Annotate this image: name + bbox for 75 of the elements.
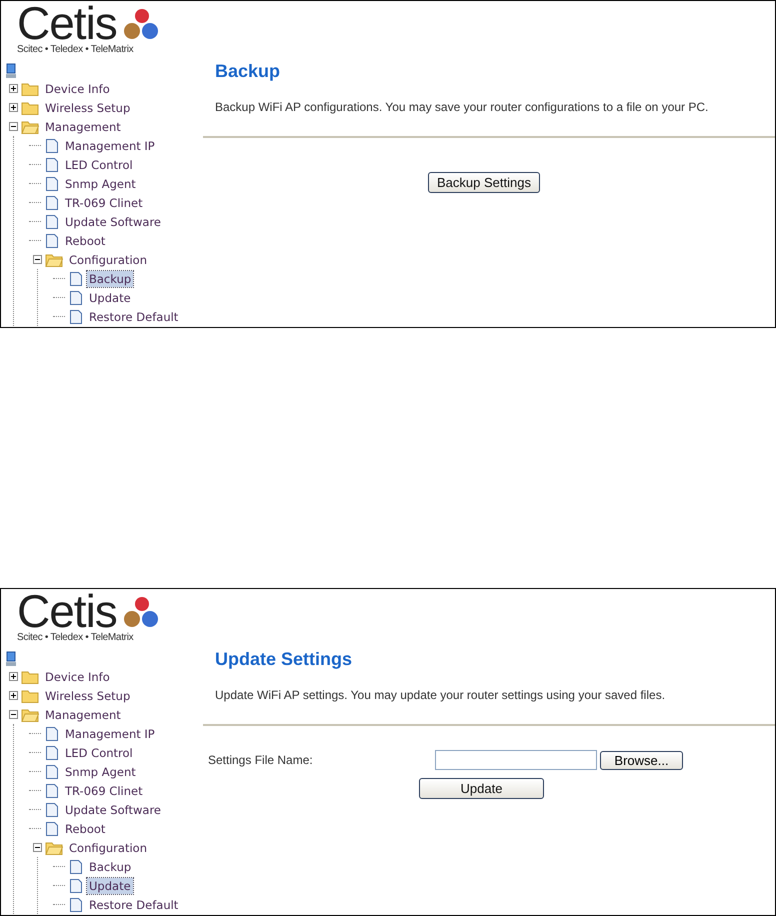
tree-item[interactable]: Wireless Setup bbox=[43, 100, 132, 116]
logo-tagline: Scitec • Teledex • TeleMatrix bbox=[17, 632, 134, 643]
tree-item[interactable]: LED Control bbox=[63, 744, 135, 760]
logo-text: Cetis bbox=[17, 591, 117, 631]
page-icon bbox=[45, 802, 59, 818]
folder-icon bbox=[21, 82, 39, 96]
page-icon bbox=[69, 878, 83, 894]
update-button[interactable]: Update bbox=[419, 778, 544, 799]
page-icon bbox=[45, 726, 59, 742]
page-icon bbox=[45, 214, 59, 230]
tree-item[interactable]: TR-069 Clinet bbox=[63, 782, 145, 798]
collapse-icon[interactable] bbox=[9, 122, 21, 131]
expand-icon[interactable] bbox=[9, 84, 21, 93]
page-icon bbox=[69, 858, 83, 874]
page-icon bbox=[45, 138, 59, 154]
tree-item[interactable]: Restore Default bbox=[87, 308, 180, 324]
tree-item[interactable]: Reboot bbox=[63, 232, 108, 248]
page-icon bbox=[45, 764, 59, 780]
folder-icon bbox=[21, 100, 39, 114]
tree-item[interactable]: LED Control bbox=[63, 156, 135, 172]
folder-icon bbox=[21, 708, 39, 722]
tree-item[interactable]: Backup bbox=[87, 270, 134, 286]
tree-item[interactable]: Configuration bbox=[67, 840, 149, 856]
page-description: Backup WiFi AP configurations. You may save your router configurations to a file on your PC. bbox=[215, 100, 710, 114]
page-title: Backup bbox=[215, 61, 282, 82]
tree-item[interactable]: Management bbox=[43, 706, 123, 722]
page-icon bbox=[45, 156, 59, 172]
folder-icon bbox=[45, 840, 63, 854]
page-icon bbox=[45, 820, 59, 836]
file-input-field[interactable] bbox=[435, 750, 597, 770]
expand-icon[interactable] bbox=[9, 103, 21, 112]
tree-item[interactable]: Update Software bbox=[63, 214, 163, 230]
page-icon bbox=[69, 308, 83, 324]
browse-button[interactable]: Browse... bbox=[600, 750, 683, 770]
backup-settings-button[interactable]: Backup Settings bbox=[428, 172, 540, 193]
tree-item[interactable]: Backup bbox=[87, 858, 134, 874]
tree-item[interactable]: Restore Default bbox=[87, 896, 180, 912]
tree-item[interactable]: Device Info bbox=[43, 80, 112, 96]
collapse-icon[interactable] bbox=[9, 710, 21, 719]
expand-icon[interactable] bbox=[9, 672, 21, 681]
collapse-icon[interactable] bbox=[33, 843, 45, 852]
tree-item[interactable]: Reboot bbox=[63, 820, 108, 836]
page-icon bbox=[69, 896, 83, 912]
tree-item[interactable]: Snmp Agent bbox=[63, 176, 138, 192]
page-icon bbox=[69, 290, 83, 306]
collapse-icon[interactable] bbox=[33, 255, 45, 264]
page-icon bbox=[45, 744, 59, 760]
computer-icon bbox=[5, 651, 17, 667]
tree-item[interactable]: Update bbox=[87, 878, 133, 894]
tree-item[interactable]: Update Software bbox=[63, 802, 163, 818]
page-icon bbox=[69, 270, 83, 286]
folder-icon bbox=[21, 120, 39, 134]
tree-item[interactable]: Management bbox=[43, 118, 123, 134]
page-icon bbox=[45, 782, 59, 798]
tree-item[interactable]: Management IP bbox=[63, 138, 157, 154]
logo-tagline: Scitec • Teledex • TeleMatrix bbox=[17, 44, 134, 55]
page-title: Update Settings bbox=[215, 649, 354, 670]
page-icon bbox=[45, 232, 59, 248]
page-icon bbox=[45, 176, 59, 192]
expand-icon[interactable] bbox=[9, 691, 21, 700]
computer-icon bbox=[5, 63, 17, 79]
folder-icon bbox=[45, 252, 63, 266]
field-label: Settings File Name: bbox=[208, 753, 314, 767]
logo-text: Cetis bbox=[17, 3, 117, 43]
tree-item[interactable]: Configuration bbox=[67, 252, 149, 268]
tree-item[interactable]: Device Info bbox=[43, 668, 112, 684]
tree-item[interactable]: TR-069 Clinet bbox=[63, 194, 145, 210]
tree-item[interactable]: Snmp Agent bbox=[63, 764, 138, 780]
folder-icon bbox=[21, 670, 39, 684]
tree-item[interactable]: Wireless Setup bbox=[43, 688, 132, 704]
page-description: Update WiFi AP settings. You may update your router settings using your saved files. bbox=[215, 688, 666, 702]
tree-item[interactable]: Update bbox=[87, 290, 133, 306]
tree-item[interactable]: Management IP bbox=[63, 726, 157, 742]
folder-icon bbox=[21, 688, 39, 702]
page-icon bbox=[45, 194, 59, 210]
